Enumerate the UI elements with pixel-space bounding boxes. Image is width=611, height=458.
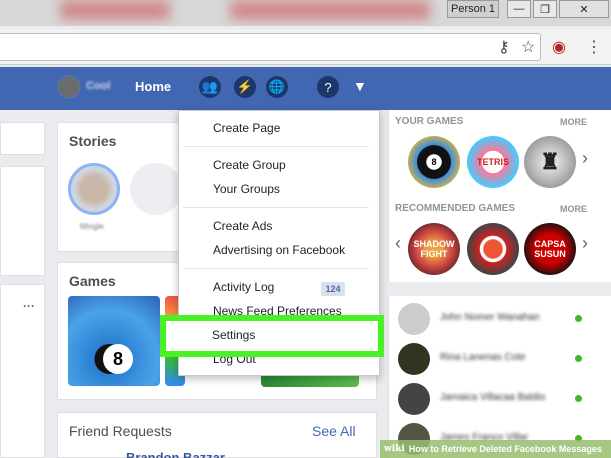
avatar[interactable] [57,75,81,99]
more-options-icon[interactable]: ··· [23,299,35,313]
messenger-icon[interactable]: ⚡ [234,76,256,98]
avatar [398,383,430,415]
menu-item-your-groups[interactable]: Your Groups [213,182,280,196]
close-window-button[interactable]: ✕ [559,0,609,18]
url-input[interactable] [0,33,541,61]
game-icon-8ball[interactable]: 8 [408,136,460,188]
globe-icon[interactable]: 🌐 [266,76,288,98]
menu-divider [183,146,369,147]
friend-request-name[interactable]: Brandon Bazzar [126,450,225,458]
see-all-link[interactable]: See All [312,423,356,439]
account-menu-caret[interactable]: ▼ [353,78,367,94]
chevron-left-icon[interactable]: ‹ [395,233,401,254]
game-tile-8ball[interactable]: 8 [68,296,160,386]
avatar [398,343,430,375]
friend-requests-card: Friend Requests See All Brandon Bazzar [57,412,377,458]
menu-item-create-page[interactable]: Create Page [213,121,280,135]
game-icon-shadow-fight[interactable]: SHADOW FIGHT [408,223,460,275]
menu-icon[interactable]: ⋮ [586,37,602,57]
tab-blur [60,0,170,20]
recommended-games-title: RECOMMENDED GAMES [395,203,516,214]
online-status-icon [575,315,582,322]
menu-item-settings[interactable]: Settings [212,328,255,342]
minimize-button[interactable]: — [507,0,531,18]
game-icon-chess[interactable]: ♜ [524,136,576,188]
browser-title-strip: Person 1 — ❐ ✕ [0,0,611,26]
profile-button[interactable]: Person 1 [447,0,499,18]
menu-divider [183,268,369,269]
menu-item-create-ads[interactable]: Create Ads [213,219,272,233]
address-bar: ⚷ ☆ ◉ ⋮ [0,29,611,65]
menu-divider [183,207,369,208]
chevron-right-icon[interactable]: › [582,233,588,254]
online-status-icon [575,395,582,402]
wiki-logo: wiki [384,444,405,454]
avatar [398,303,430,335]
friends-icon[interactable]: 👥 [199,76,221,98]
left-post-card: ··· [0,284,45,458]
facebook-navbar: Cool Home 👥 ⚡ 🌐 ? ▼ [0,67,611,110]
game-icon-capsa-susun[interactable]: CAPSA SUSUN [524,223,576,275]
chevron-right-icon[interactable]: › [582,148,588,169]
story-avatar[interactable] [68,163,120,215]
left-card [0,166,45,276]
menu-item-create-group[interactable]: Create Group [213,158,286,172]
watermark-text: How to Retrieve Deleted Facebook Message… [408,444,602,454]
chat-contact[interactable]: Jamaica Villacaa Baldio [388,380,611,418]
your-games-more-link[interactable]: MORE [560,117,587,127]
games-title: Games [69,273,116,289]
key-icon[interactable]: ⚷ [498,37,510,57]
left-card [0,122,45,155]
eight-ball-icon: 8 [103,344,133,374]
recommended-more-link[interactable]: MORE [560,204,587,214]
online-status-icon [575,355,582,362]
stories-title: Stories [69,133,117,149]
your-games-title: YOUR GAMES [395,116,464,127]
story-name: Mingle [80,222,104,231]
menu-item-activity-log[interactable]: Activity Log [213,280,274,294]
story-placeholder [130,163,182,215]
tab-blur [230,0,430,20]
watermark-banner: wiki How to Retrieve Deleted Facebook Mes… [380,440,611,458]
game-icon-ninja[interactable] [467,223,519,275]
star-icon[interactable]: ☆ [521,37,535,57]
maximize-button[interactable]: ❐ [533,0,557,18]
friend-requests-title: Friend Requests [69,423,172,439]
chat-contact[interactable]: John Nomer Wanahan [388,300,611,338]
extension-icon[interactable]: ◉ [552,37,566,57]
menu-item-settings-highlight[interactable]: Settings [160,315,384,357]
activity-log-count-badge: 124 [321,282,345,296]
menu-item-advertising[interactable]: Advertising on Facebook [213,243,345,257]
home-link[interactable]: Home [135,79,171,94]
chat-contact[interactable]: Rina Lanenas Cote [388,340,611,378]
game-icon-tetris[interactable]: TETRIS [467,136,519,188]
user-name[interactable]: Cool [86,80,110,92]
help-icon[interactable]: ? [317,76,339,98]
